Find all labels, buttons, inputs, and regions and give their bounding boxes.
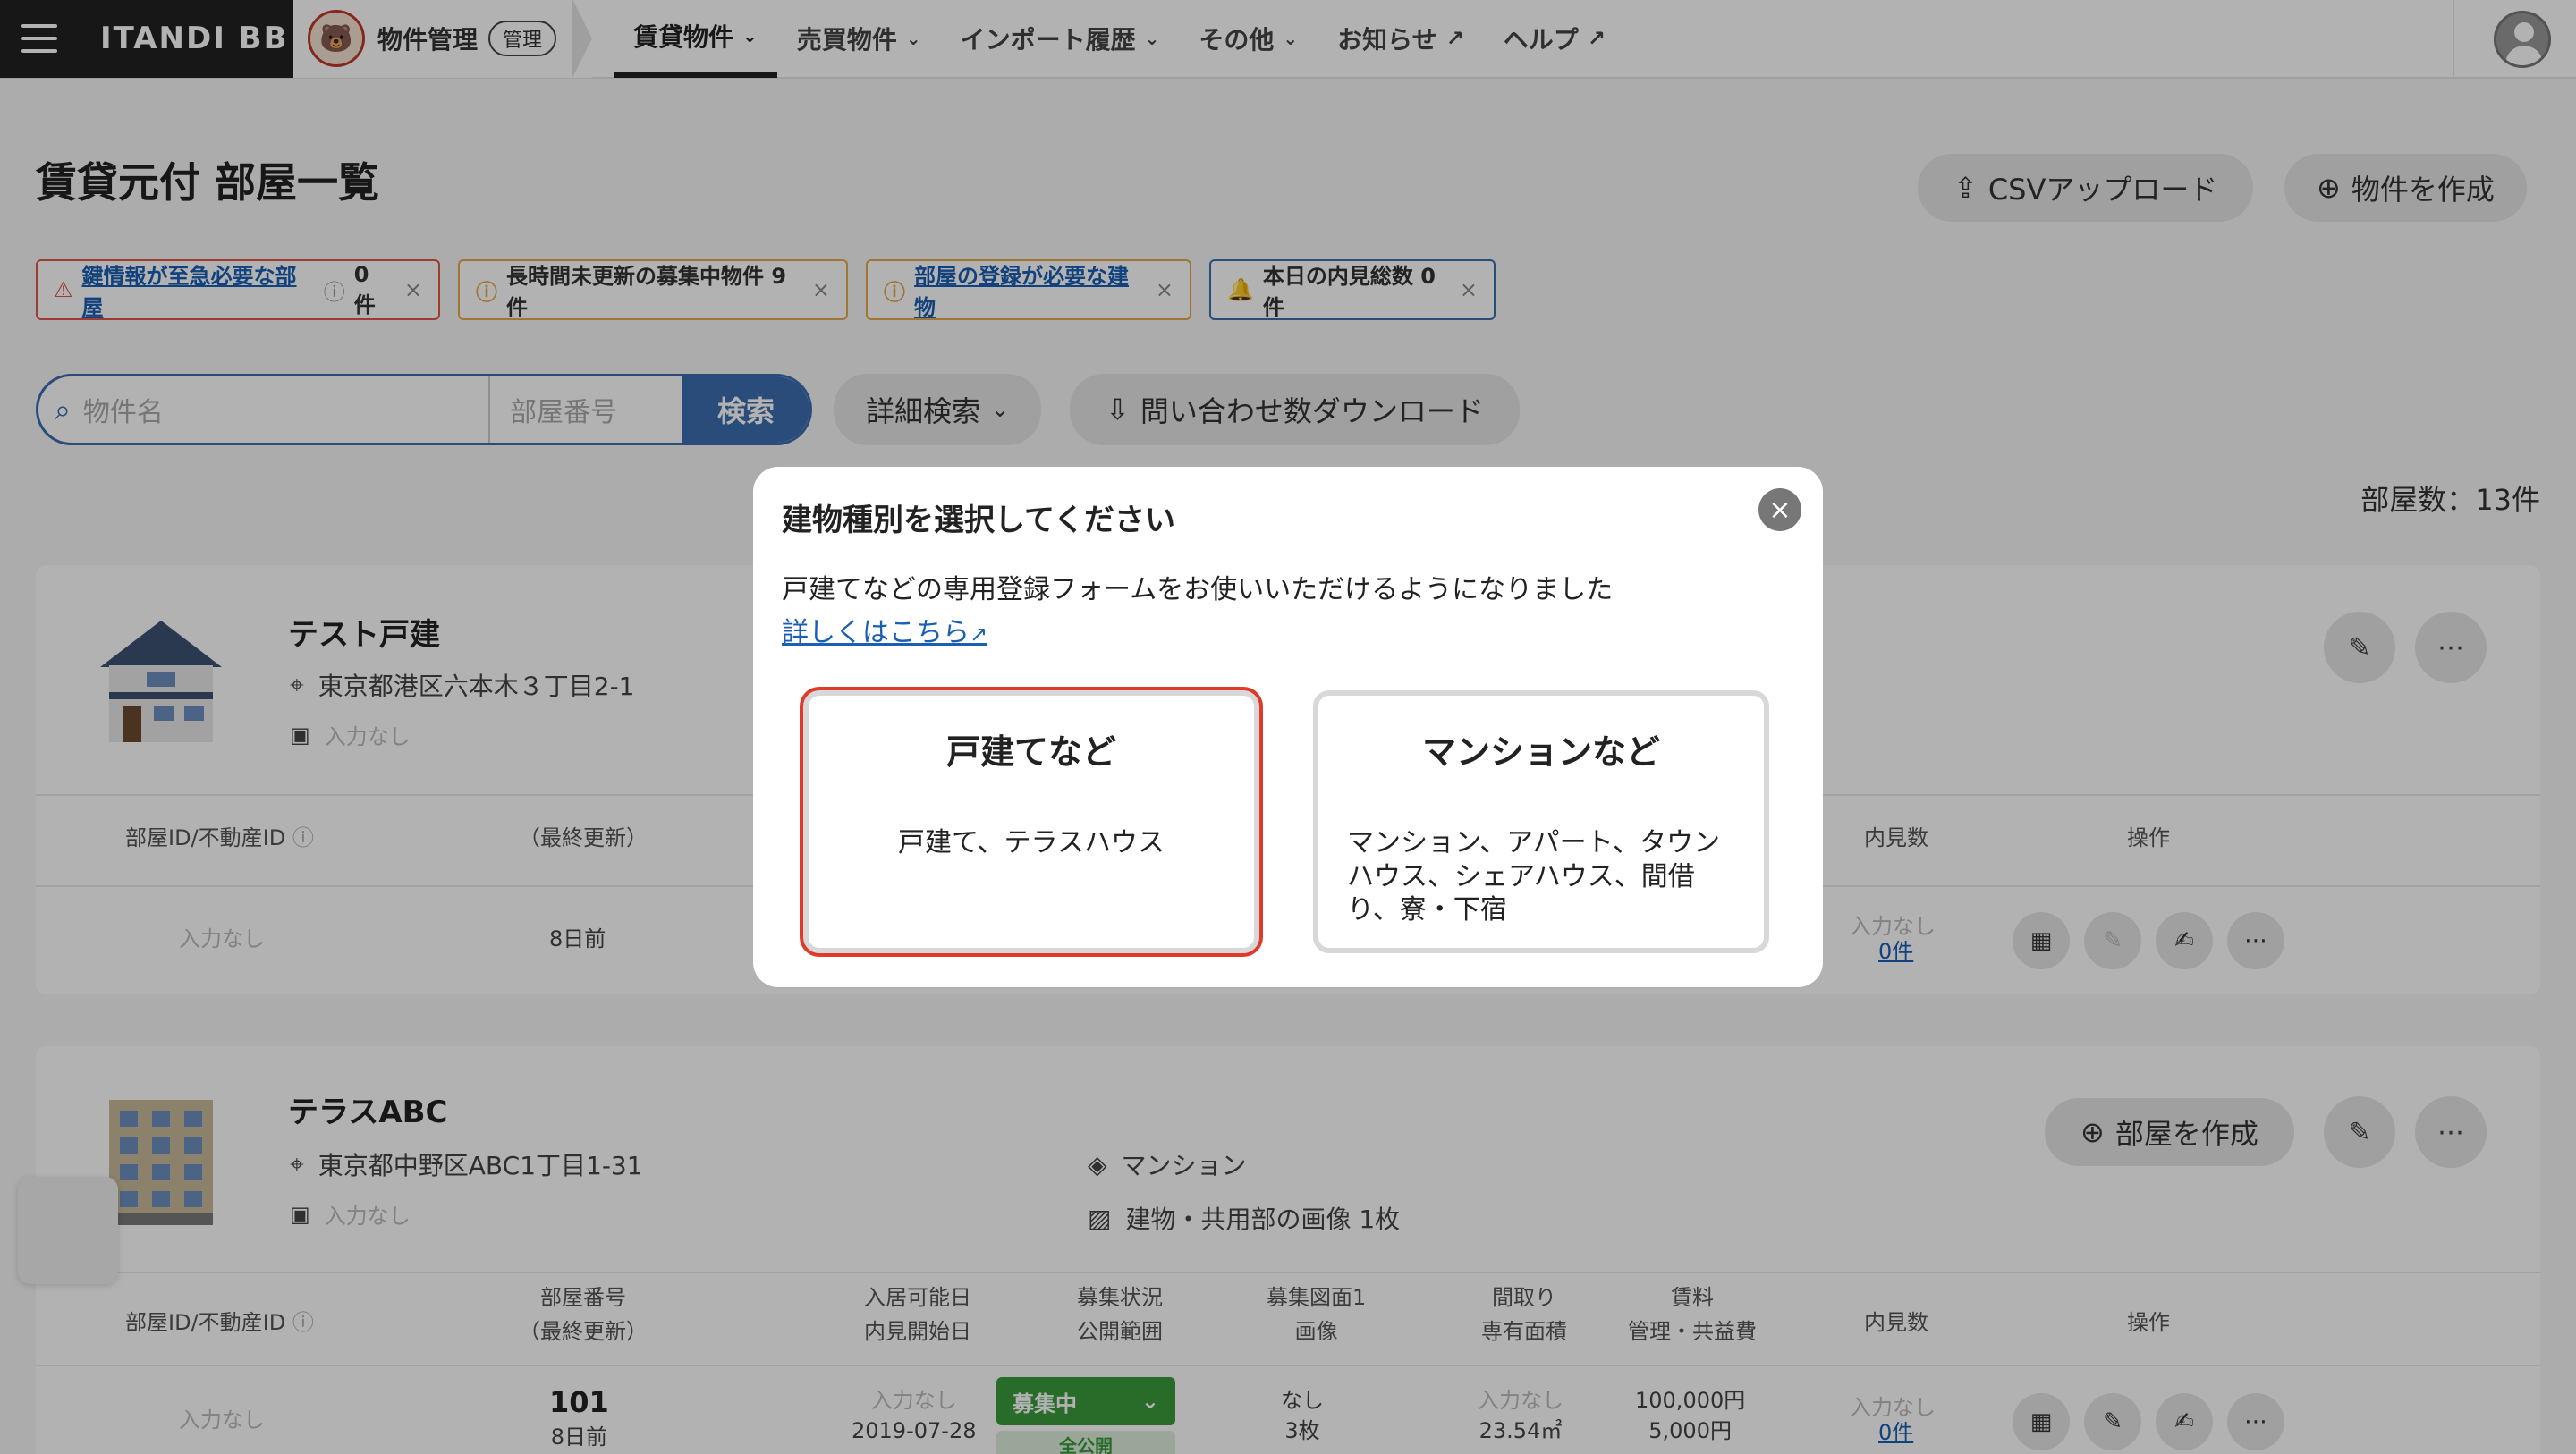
modal-description: 戸建てなどの専用登録フォームをお使いいただけるようになりました	[782, 574, 1614, 605]
option-apartment-title: マンションなど	[1421, 732, 1660, 772]
option-detached-house-title: 戸建てなど	[945, 732, 1116, 772]
option-detached-house[interactable]: 戸建てなど 戸建て、テラスハウス	[803, 690, 1259, 953]
external-link-icon: ↗	[970, 621, 988, 647]
details-link[interactable]: 詳しくはこちら↗	[782, 610, 987, 649]
modal-title: 建物種別を選択してください	[782, 503, 1175, 538]
building-type-modal: 建物種別を選択してください × 戸建てなどの専用登録フォームをお使いいただけるよ…	[753, 467, 1823, 987]
details-link-text: 詳しくはこちら	[782, 617, 970, 648]
option-apartment[interactable]: マンションなど マンション、アパート、タウンハウス、シェアハウス、間借り、寮・下…	[1313, 690, 1769, 953]
close-icon[interactable]: ×	[1758, 488, 1801, 531]
option-detached-house-desc: 戸建て、テラスハウス	[898, 827, 1165, 858]
option-apartment-desc: マンション、アパート、タウンハウス、シェアハウス、間借り、寮・下宿	[1347, 827, 1720, 926]
